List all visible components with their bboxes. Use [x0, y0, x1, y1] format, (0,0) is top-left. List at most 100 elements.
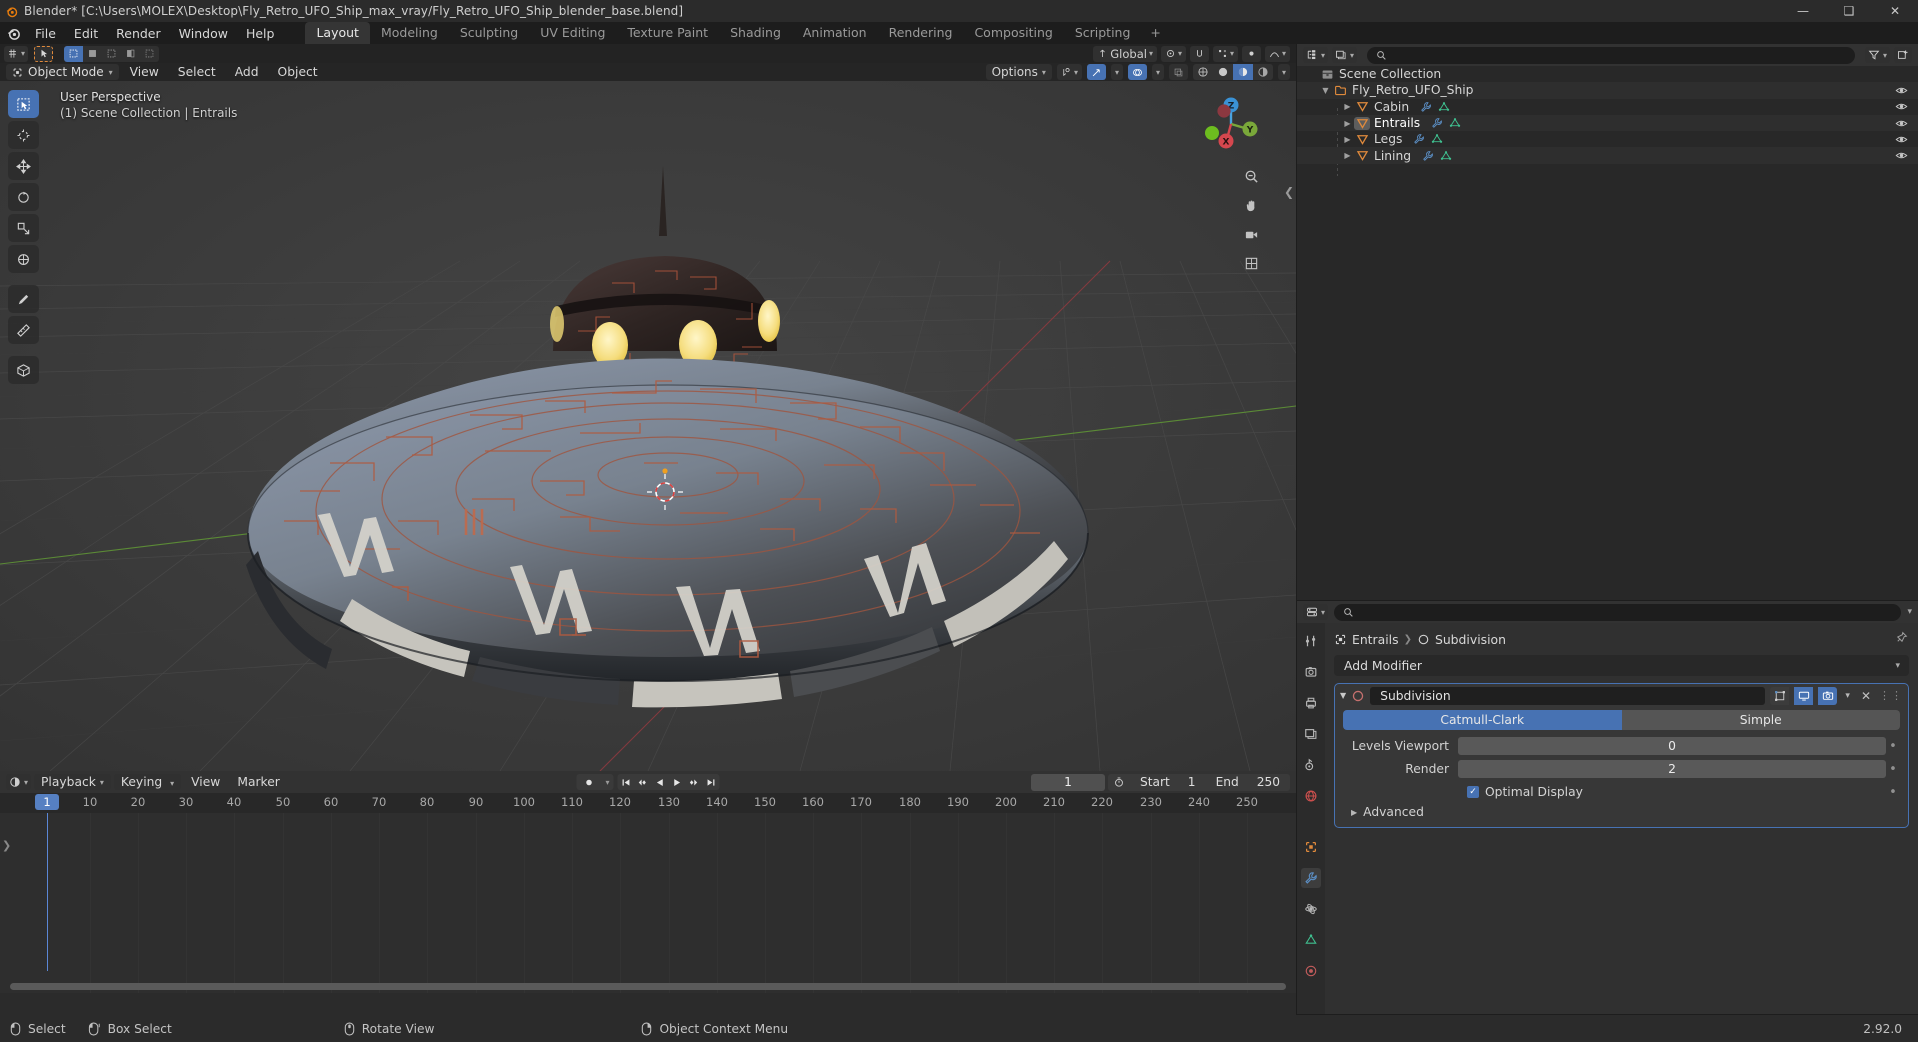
properties-options-chevron-icon[interactable]: ▾ — [1907, 607, 1912, 617]
tab-modeling[interactable]: Modeling — [370, 22, 449, 44]
outliner-row-fly-retro-ufo-ship[interactable]: ▼ Fly_Retro_UFO_Ship — [1297, 82, 1918, 99]
select-invert-button[interactable] — [121, 45, 141, 62]
overlays-options-selector[interactable]: ▾ — [1151, 64, 1164, 80]
auto-keying-options-chevron-icon[interactable]: ▾ — [601, 774, 614, 790]
properties-editor-type-icon[interactable]: ▾ — [1303, 604, 1329, 620]
tab-physics[interactable] — [1301, 899, 1321, 919]
minimize-button[interactable]: — — [1780, 0, 1826, 22]
overlays-toggle[interactable] — [1127, 64, 1147, 80]
modifier-show-in-editmode-cage-icon[interactable] — [1770, 686, 1790, 705]
shading-rendered-button[interactable] — [1252, 64, 1273, 80]
timeline-menu-playback[interactable]: Playback ▾ — [34, 774, 111, 790]
viewport-menu-view[interactable]: View — [122, 64, 167, 80]
tool-move[interactable] — [8, 152, 39, 180]
shading-solid-button[interactable] — [1212, 64, 1233, 80]
disclosure-triangle-icon[interactable]: ▶ — [1341, 151, 1354, 160]
select-subtract-button[interactable] — [102, 45, 122, 62]
playhead-frame-badge[interactable]: 1 — [35, 794, 59, 810]
outliner-row-scene-collection[interactable]: Scene Collection — [1297, 66, 1918, 82]
render-levels-animate-dot-icon[interactable]: • — [1886, 762, 1900, 777]
outliner-row-lining[interactable]: ▶ Lining — [1297, 147, 1918, 164]
snap-settings-button[interactable]: ▾ — [4, 45, 29, 62]
tool-measure[interactable] — [8, 316, 39, 344]
channels-expand-arrow-icon[interactable]: ❯ — [2, 839, 11, 852]
visibility-selector[interactable]: ▾ — [1056, 64, 1082, 80]
jump-to-start-button[interactable] — [617, 774, 635, 790]
xray-toggle[interactable] — [1168, 64, 1188, 80]
maximize-button[interactable]: ❑ — [1826, 0, 1872, 22]
outliner-row-legs[interactable]: ▶ Legs — [1297, 131, 1918, 147]
tool-select-box[interactable] — [8, 90, 39, 118]
tool-transform[interactable] — [8, 245, 39, 273]
jump-to-next-keyframe-button[interactable] — [685, 774, 703, 790]
modifier-wrench-icon[interactable] — [1431, 117, 1443, 129]
modifier-wrench-icon[interactable] — [1420, 101, 1432, 113]
toggle-ortho-icon[interactable] — [1240, 252, 1262, 274]
tab-layout[interactable]: Layout — [305, 22, 370, 44]
current-frame-input[interactable]: 1 — [1031, 773, 1106, 791]
levels-viewport-animate-dot-icon[interactable]: • — [1886, 739, 1900, 754]
tool-add-cube[interactable] — [8, 356, 39, 384]
tab-uv-editing[interactable]: UV Editing — [529, 22, 616, 44]
sidebar-collapse-arrow-icon[interactable]: ❮ — [1284, 185, 1294, 199]
mesh-data-icon[interactable] — [1438, 101, 1450, 113]
jump-to-prev-keyframe-button[interactable] — [634, 774, 652, 790]
navigation-gizmo[interactable]: Z Y X — [1198, 91, 1264, 157]
subdivision-type-catmull-clark[interactable]: Catmull-Clark — [1343, 710, 1622, 730]
end-frame-field[interactable]: End 250 — [1206, 775, 1290, 789]
snapping-toggle[interactable] — [1189, 45, 1209, 62]
advanced-section-toggle[interactable]: ▶ Advanced — [1343, 805, 1900, 819]
levels-viewport-value[interactable]: 0 — [1458, 737, 1886, 755]
optimal-display-animate-dot-icon[interactable]: • — [1886, 785, 1900, 800]
modifier-delete-icon[interactable]: ✕ — [1858, 689, 1874, 703]
menu-window[interactable]: Window — [170, 24, 237, 43]
tab-render[interactable] — [1301, 662, 1321, 682]
select-set-button[interactable] — [64, 45, 84, 62]
tab-data[interactable] — [1301, 930, 1321, 950]
select-intersect-button[interactable] — [140, 45, 160, 62]
timeline-menu-keying[interactable]: Keying ▾ — [113, 774, 182, 790]
pivot-point-selector[interactable]: ▾ — [1160, 45, 1186, 62]
breadcrumb-object-label[interactable]: Entrails — [1352, 632, 1399, 647]
visibility-eye-icon[interactable] — [1895, 117, 1908, 130]
visibility-eye-icon[interactable] — [1895, 84, 1908, 97]
tab-rendering[interactable]: Rendering — [878, 22, 964, 44]
shading-material-preview-button[interactable] — [1232, 64, 1253, 80]
tab-animation[interactable]: Animation — [792, 22, 878, 44]
properties-search-input[interactable] — [1334, 603, 1902, 621]
play-reverse-button[interactable] — [651, 774, 669, 790]
timeline-horizontal-scrollbar[interactable] — [10, 983, 1286, 990]
timeline-menu-marker[interactable]: Marker — [230, 774, 287, 790]
proportional-editing-toggle[interactable] — [1241, 45, 1261, 62]
gizmo-toggle[interactable] — [1086, 64, 1106, 80]
shading-options-selector[interactable]: ▾ — [1277, 64, 1290, 80]
tool-tweak[interactable] — [34, 45, 54, 62]
playhead-line[interactable] — [47, 813, 48, 971]
use-preview-range-icon[interactable] — [1108, 776, 1130, 788]
tool-annotate[interactable] — [8, 285, 39, 313]
snap-to-selector[interactable]: ▾ — [1212, 45, 1238, 62]
zoom-icon[interactable] — [1240, 165, 1262, 187]
play-button[interactable] — [668, 774, 686, 790]
tab-scripting[interactable]: Scripting — [1064, 22, 1142, 44]
visibility-eye-icon[interactable] — [1895, 133, 1908, 146]
options-dropdown[interactable]: Options ▾ — [985, 64, 1052, 80]
timeline-editor-type-icon[interactable]: ▾ — [6, 774, 32, 790]
camera-view-icon[interactable] — [1240, 223, 1262, 245]
subdivision-type-simple[interactable]: Simple — [1621, 710, 1900, 730]
visibility-eye-icon[interactable] — [1895, 100, 1908, 113]
blender-logo-icon[interactable] — [0, 22, 26, 44]
menu-edit[interactable]: Edit — [65, 24, 107, 43]
pan-hand-icon[interactable] — [1240, 194, 1262, 216]
modifier-wrench-icon[interactable] — [1413, 133, 1425, 145]
shading-wireframe-button[interactable] — [1192, 64, 1213, 80]
select-extend-button[interactable] — [83, 45, 103, 62]
modifier-render-display-icon[interactable] — [1818, 686, 1838, 705]
timeline-menu-view[interactable]: View — [184, 774, 227, 790]
tab-sculpting[interactable]: Sculpting — [449, 22, 529, 44]
auto-keying-toggle[interactable] — [576, 774, 602, 790]
outliner-filter-icon[interactable]: ▾ — [1864, 47, 1890, 63]
tool-scale[interactable] — [8, 214, 39, 242]
render-levels-value[interactable]: 2 — [1458, 760, 1886, 778]
mode-selector[interactable]: Object Mode ▾ — [6, 64, 119, 80]
